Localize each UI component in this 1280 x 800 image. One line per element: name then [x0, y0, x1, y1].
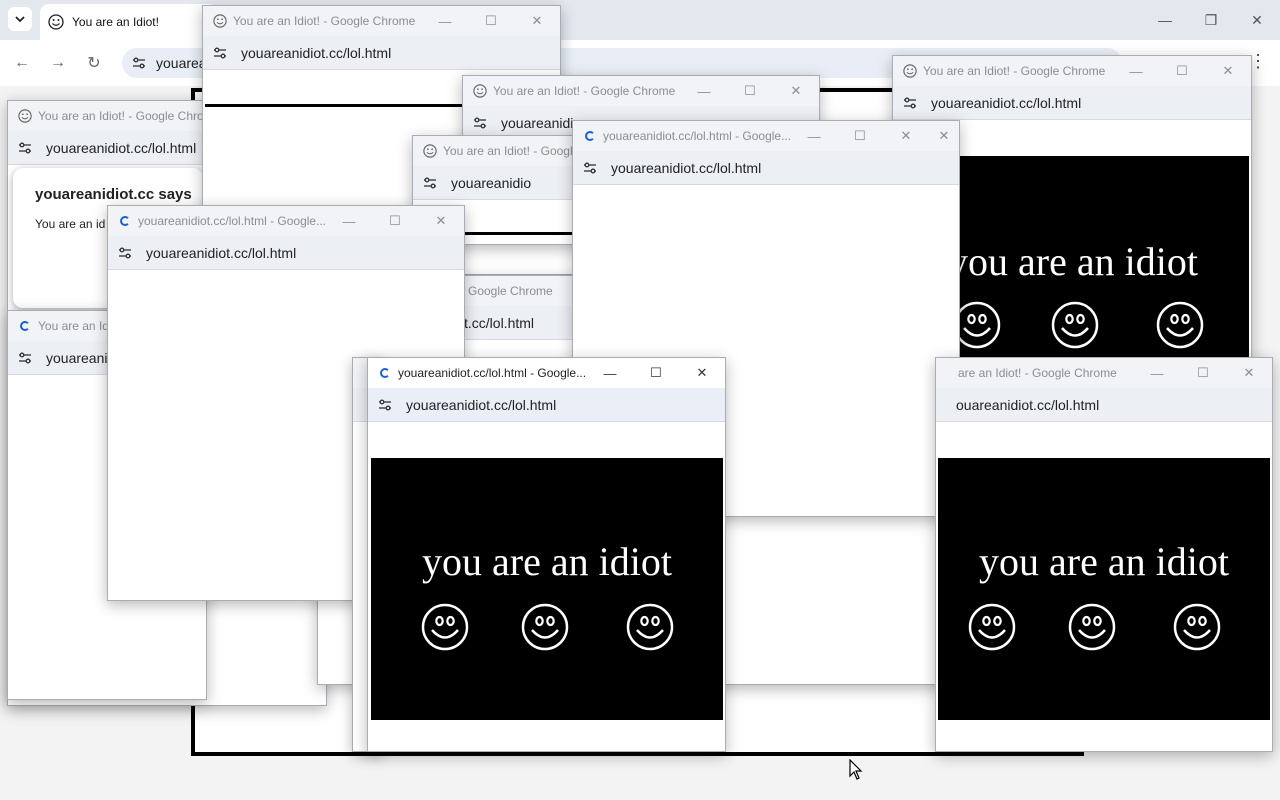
- popup-url: youareanidio: [451, 174, 532, 191]
- smiley-icon: [903, 64, 917, 78]
- minimize-icon[interactable]: —: [1134, 366, 1180, 381]
- popup-url: youareanidio: [501, 114, 582, 131]
- maximize-icon[interactable]: ☐: [1180, 365, 1226, 381]
- site-settings-icon: [424, 177, 436, 188]
- site-settings-icon: [584, 162, 596, 173]
- smiley-face-icon: [1068, 603, 1116, 651]
- alert-title: youareanidiot.cc says: [35, 186, 192, 203]
- popup-title: You are an Idiot! - Google Chrome: [923, 64, 1106, 78]
- tab-search-button[interactable]: [8, 7, 32, 31]
- minimize-icon[interactable]: —: [681, 84, 727, 99]
- maximize-icon[interactable]: ☐: [633, 365, 679, 381]
- close-icon: ✕: [1251, 11, 1263, 28]
- loading-spinner-icon: [380, 368, 390, 378]
- popup-url: youareanidiot.cc/lol.html: [611, 159, 762, 176]
- site-settings-icon: [19, 352, 31, 363]
- maximize-icon[interactable]: ☐: [1159, 63, 1205, 79]
- alert-message: You are an id: [35, 217, 106, 231]
- minimize-icon: —: [1158, 12, 1172, 28]
- smiley-icon: [473, 84, 487, 98]
- maximize-icon[interactable]: ☐: [468, 13, 514, 29]
- smiley-face-icon: [953, 301, 1001, 349]
- close-icon[interactable]: ✕: [418, 213, 464, 229]
- chevron-down-icon: [15, 16, 25, 23]
- loading-spinner-icon: [120, 216, 130, 226]
- popup-title: You are an Idiot! - Google Chrome: [233, 14, 416, 28]
- popup-window-active[interactable]: youareanidiot.cc/lol.html - Google... — ☐ ✕…: [367, 357, 726, 752]
- forward-arrow-icon: →: [50, 54, 66, 71]
- smiley-icon: [423, 144, 437, 158]
- minimize-icon[interactable]: —: [1113, 64, 1159, 79]
- idiot-text: you are an idiot: [979, 539, 1229, 584]
- site-settings-icon: [119, 247, 131, 258]
- smiley-face-icon: [1051, 301, 1099, 349]
- maximize-icon[interactable]: ☐: [372, 213, 418, 229]
- close-icon[interactable]: ✕: [883, 128, 929, 144]
- site-settings-icon: [379, 399, 391, 410]
- popup-title: youareanidiot.cc/lol.html - Google...: [138, 214, 326, 228]
- site-settings-icon: [19, 142, 31, 153]
- main-close-button[interactable]: ✕: [1234, 0, 1280, 40]
- minimize-icon[interactable]: —: [326, 214, 372, 229]
- smiley-face-icon: [626, 603, 674, 651]
- reload-icon: ↻: [87, 55, 101, 72]
- loading-spinner-icon: [585, 131, 595, 141]
- popup-url: youareanidiot.cc/lol.html: [406, 396, 557, 413]
- smiley-face-icon: [1173, 603, 1221, 651]
- smiley-icon: [213, 14, 227, 28]
- smiley-icon: [48, 14, 64, 30]
- popup-title: youareanidiot.cc/lol.html - Google...: [398, 366, 587, 380]
- popup-title: are an Idiot! - Google Chrome: [958, 366, 1117, 380]
- minimize-icon[interactable]: —: [587, 366, 633, 381]
- minimize-icon[interactable]: —: [791, 129, 837, 144]
- idiot-banner: you are an idiot: [371, 458, 723, 720]
- site-settings-icon: [474, 117, 486, 128]
- idiot-text: you are an idiot: [422, 539, 672, 584]
- back-button[interactable]: ←: [10, 51, 34, 75]
- site-settings-icon: [904, 97, 916, 108]
- smiley-face-icon: [1156, 301, 1204, 349]
- popup-title: You are an Idiot! - Google Chrome: [493, 84, 676, 98]
- main-address-text: youarea: [156, 55, 207, 71]
- close-icon[interactable]: ✕: [1226, 365, 1272, 381]
- popup-url: youareanidiot.cc/lol.html: [146, 244, 297, 261]
- close-icon[interactable]: ✕: [1205, 63, 1251, 79]
- popup-title: youareanidiot.cc/lol.html - Google...: [603, 129, 791, 143]
- maximize-icon[interactable]: ☐: [837, 128, 883, 144]
- popup-url: youareanidiot.cc/lol.html: [931, 94, 1082, 111]
- reload-button[interactable]: ↻: [82, 51, 106, 75]
- smiley-face-icon: [968, 603, 1016, 651]
- smiley-icon: [18, 109, 32, 123]
- close-icon[interactable]: ✕: [679, 365, 725, 381]
- site-settings-icon: [133, 57, 145, 69]
- popup-url: youareani: [46, 349, 108, 366]
- mouse-cursor-icon: [849, 759, 863, 780]
- popup-url: youareanidiot.cc/lol.html: [46, 139, 197, 156]
- site-settings-icon: [214, 47, 226, 58]
- loading-spinner-icon: [20, 321, 30, 331]
- idiot-banner: you are an idiot: [938, 458, 1270, 720]
- close-icon[interactable]: ✕: [929, 128, 959, 144]
- close-icon[interactable]: ✕: [773, 83, 819, 99]
- bottom-strip: [0, 760, 1280, 800]
- forward-button[interactable]: →: [46, 51, 70, 75]
- restore-icon: ❐: [1204, 11, 1218, 28]
- close-icon[interactable]: ✕: [514, 13, 560, 29]
- main-tab-title: You are an Idiot!: [72, 15, 159, 29]
- main-tab[interactable]: You are an Idiot!: [40, 4, 218, 40]
- popup-url: ouareanidiot.cc/lol.html: [956, 396, 1100, 413]
- smiley-face-icon: [421, 603, 469, 651]
- minimize-icon[interactable]: —: [422, 14, 468, 29]
- main-minimize-button[interactable]: —: [1142, 0, 1188, 40]
- back-arrow-icon: ←: [14, 54, 30, 71]
- popup-title: You are an Idiot! - Google: [443, 144, 580, 158]
- main-restore-button[interactable]: ❐: [1188, 0, 1234, 40]
- popup-url: youareanidiot.cc/lol.html: [241, 44, 392, 61]
- popup-window[interactable]: are an Idiot! - Google Chrome — ☐ ✕ ouarean…: [935, 357, 1273, 752]
- maximize-icon[interactable]: ☐: [727, 83, 773, 99]
- smiley-face-icon: [521, 603, 569, 651]
